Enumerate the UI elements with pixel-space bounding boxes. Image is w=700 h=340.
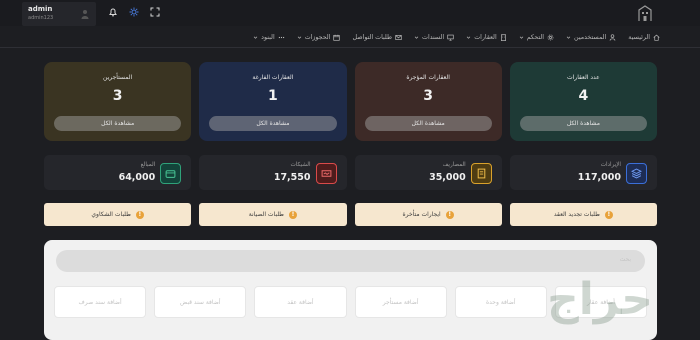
add-receipt-voucher-button[interactable]: أضافة سند قبض xyxy=(154,286,247,318)
view-all-button[interactable]: مشاهدة الكل xyxy=(364,116,492,131)
user-icon xyxy=(81,10,89,19)
monitor-icon xyxy=(447,34,454,41)
nav-item-label: الحجوزات xyxy=(304,33,331,41)
card-title: المستأجرين xyxy=(103,74,133,81)
contract-renewal-requests-button[interactable]: ! طلبات تجديد العقد xyxy=(509,203,657,226)
nav-item-label: طلبات التواصل xyxy=(352,33,393,41)
stat-expenses: المصاريف 35,000 xyxy=(354,155,502,190)
calendar-icon xyxy=(333,34,341,41)
receipt-icon xyxy=(470,163,492,184)
layers-icon xyxy=(626,163,647,184)
request-label: طلبات الصيانة xyxy=(248,211,284,218)
stat-cheques: الشيكات 17,550 xyxy=(199,155,347,190)
complaints-requests-button[interactable]: ! طلبات الشكاوي xyxy=(44,203,192,226)
alert-icon: ! xyxy=(604,210,613,219)
building-icon xyxy=(500,33,506,41)
nav-item-properties[interactable]: العقارات xyxy=(466,34,507,41)
card-tenants: المستأجرين 3 مشاهدة الكل xyxy=(44,62,192,141)
nav-item-items[interactable]: البنود xyxy=(253,34,285,41)
card-title: عدد العقارات xyxy=(566,74,600,81)
card-title: العقارات المؤجرة xyxy=(406,74,450,81)
stat-value: 35,000 xyxy=(429,172,466,183)
stat-value: 117,000 xyxy=(577,172,621,183)
view-all-button[interactable]: مشاهدة الكل xyxy=(209,116,337,131)
nav-item-contact-requests[interactable]: طلبات التواصل xyxy=(352,34,402,41)
envelope-icon xyxy=(395,34,402,40)
add-contract-button[interactable]: أضافة عقد xyxy=(254,286,347,318)
card-value: 3 xyxy=(112,88,123,104)
stat-amounts: المبالغ 64,000 xyxy=(44,155,192,190)
dots-icon xyxy=(278,36,284,38)
search-placeholder: بحث xyxy=(619,256,631,263)
view-all-button[interactable]: مشاهدة الكل xyxy=(54,116,182,131)
stat-revenue: الإيرادات 117,000 xyxy=(509,155,657,190)
nav-item-home[interactable]: الرئيسية xyxy=(628,34,660,41)
add-payment-voucher-button[interactable]: أضافة سند صرف xyxy=(54,286,147,318)
fullscreen-icon[interactable] xyxy=(150,7,160,17)
nav-item-control[interactable]: التحكم xyxy=(519,34,554,41)
user-icon xyxy=(609,33,616,41)
user-name: admin xyxy=(28,5,53,13)
watermark-logo: حراج xyxy=(547,274,653,325)
request-buttons: ! طلبات تجديد العقد ! ايجارات متأخرة ! ط… xyxy=(44,203,657,226)
stat-value: 17,550 xyxy=(273,172,311,183)
stat-label: المصاريف xyxy=(442,162,466,168)
stat-label: المبالغ xyxy=(140,162,156,168)
home-icon xyxy=(653,34,660,41)
nav-item-label: التحكم xyxy=(526,33,545,41)
stat-value: 64,000 xyxy=(118,172,156,183)
summary-cards: عدد العقارات 4 مشاهدة الكل العقارات المؤ… xyxy=(44,62,657,141)
card-value: 4 xyxy=(578,88,589,104)
building-logo-icon[interactable] xyxy=(637,4,653,22)
main-nav: الرئيسية المستخدمين التحكم العقارات السن… xyxy=(190,29,660,45)
chevron-down-icon xyxy=(297,36,301,39)
bell-icon[interactable] xyxy=(108,7,118,17)
chevron-down-icon xyxy=(566,36,571,39)
view-all-button[interactable]: مشاهدة الكل xyxy=(519,116,647,131)
card-value: 1 xyxy=(268,88,278,104)
search-input[interactable]: بحث xyxy=(56,250,645,272)
add-tenant-button[interactable]: أضافة مستأجر xyxy=(354,286,447,318)
alert-icon: ! xyxy=(135,210,144,219)
stat-label: الشيكات xyxy=(290,162,311,168)
nav-divider xyxy=(0,47,700,48)
chevron-down-icon xyxy=(519,36,523,39)
gear-icon xyxy=(547,34,554,40)
chevron-down-icon xyxy=(466,36,471,39)
wallet-icon xyxy=(160,163,182,184)
nav-item-label: المستخدمين xyxy=(574,33,607,41)
stat-label: الإيرادات xyxy=(600,162,621,168)
theme-icon[interactable] xyxy=(129,7,139,17)
financial-stats: الإيرادات 117,000 المصاريف 35,000 الشيكا… xyxy=(44,155,657,190)
request-label: ايجارات متأخرة xyxy=(402,211,441,218)
chevron-down-icon xyxy=(414,36,419,39)
top-bar: admin admin123 xyxy=(0,0,700,26)
alert-icon: ! xyxy=(288,210,297,219)
request-label: طلبات الشكاوي xyxy=(91,211,131,218)
alert-icon: ! xyxy=(445,210,454,219)
card-total-properties: عدد العقارات 4 مشاهدة الكل xyxy=(509,62,657,141)
nav-item-label: الرئيسية xyxy=(628,33,650,41)
cheque-icon xyxy=(315,163,337,184)
nav-item-label: البنود xyxy=(261,33,275,41)
nav-item-vouchers[interactable]: السندات xyxy=(414,34,454,41)
user-subtitle: admin123 xyxy=(28,15,54,21)
card-rented-properties: العقارات المؤجرة 3 مشاهدة الكل xyxy=(354,62,502,141)
maintenance-requests-button[interactable]: ! طلبات الصيانة xyxy=(199,203,347,226)
nav-item-label: السندات xyxy=(422,33,445,41)
nav-item-label: العقارات xyxy=(474,33,497,41)
late-rents-button[interactable]: ! ايجارات متأخرة xyxy=(354,203,502,226)
card-value: 3 xyxy=(423,88,433,104)
user-menu[interactable]: admin admin123 xyxy=(22,2,96,26)
chevron-down-icon xyxy=(253,36,258,39)
request-label: طلبات تجديد العقد xyxy=(553,211,600,218)
nav-item-users[interactable]: المستخدمين xyxy=(566,34,616,41)
card-title: العقارات الفارغة xyxy=(252,74,294,81)
card-vacant-properties: العقارات الفارغة 1 مشاهدة الكل xyxy=(199,62,347,141)
nav-item-bookings[interactable]: الحجوزات xyxy=(297,34,341,41)
